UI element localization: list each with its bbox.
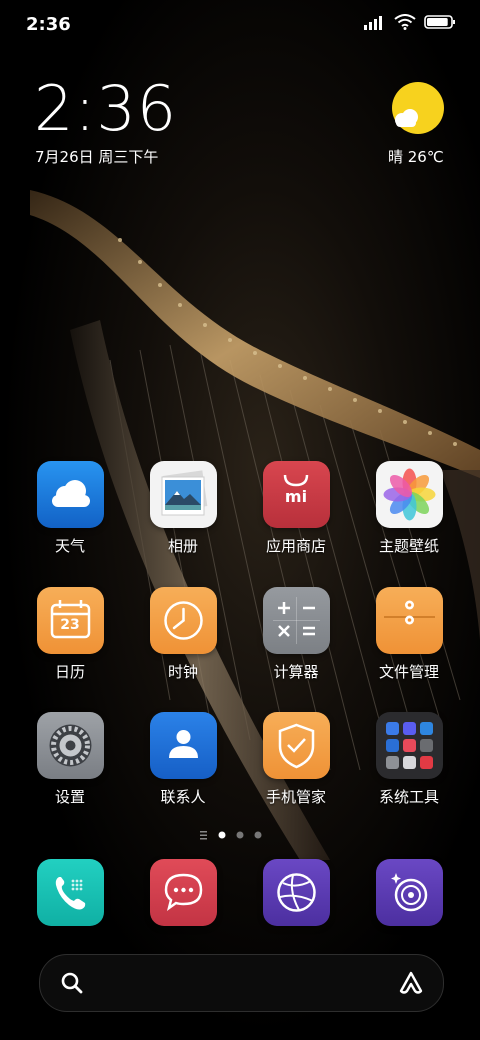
tools-folder-icon	[375, 712, 443, 779]
app-settings[interactable]: 设置	[20, 712, 120, 807]
status-bar: 2:36	[0, 0, 480, 50]
wifi-icon	[394, 14, 416, 30]
messages-icon	[149, 859, 217, 926]
status-time: 2:36	[26, 14, 71, 35]
menu-lines-icon	[200, 831, 207, 840]
dock-camera[interactable]	[359, 859, 459, 926]
app-label: 文件管理	[378, 663, 439, 681]
app-gallery[interactable]: 相册	[133, 461, 233, 556]
battery-icon	[424, 15, 455, 29]
gallery-icon	[149, 461, 217, 528]
app-file-manager[interactable]: 文件管理	[359, 587, 459, 682]
page-dot	[254, 831, 262, 839]
page-indicator[interactable]	[0, 828, 480, 842]
app-label: 计算器	[273, 663, 319, 681]
app-label: 手机管家	[265, 788, 326, 806]
app-weather[interactable]: 天气	[20, 461, 120, 556]
app-store-icon: mi	[262, 461, 330, 528]
app-label: 设置	[54, 788, 85, 806]
assistant-icon[interactable]	[397, 969, 425, 997]
app-label: 时钟	[167, 663, 198, 681]
app-store-logo-text: mi	[284, 487, 308, 506]
app-label: 相册	[167, 537, 198, 555]
search-bar[interactable]	[39, 954, 444, 1012]
app-store[interactable]: mi 应用商店	[246, 461, 346, 556]
browser-icon	[262, 859, 330, 926]
page-dot	[236, 831, 244, 839]
home-screen: 2:36 2:36 7月26日 周三下午 晴 26℃ 天气 相册 mi 应用商店…	[0, 0, 480, 1040]
calendar-icon: 23	[36, 587, 104, 654]
app-calendar[interactable]: 23 日历	[20, 587, 120, 682]
signal-icon	[364, 16, 382, 30]
search-icon[interactable]	[60, 971, 84, 995]
contacts-icon	[149, 712, 217, 779]
app-label: 主题壁纸	[378, 537, 439, 555]
app-label: 天气	[54, 537, 85, 555]
sun-cloud-icon[interactable]	[390, 82, 446, 138]
app-label: 系统工具	[378, 788, 439, 806]
dock-browser[interactable]	[246, 859, 346, 926]
clock-widget-time[interactable]: 2:36	[34, 78, 177, 140]
app-label: 联系人	[160, 788, 206, 806]
weather-icon	[36, 461, 104, 528]
settings-icon	[36, 712, 104, 779]
app-label: 应用商店	[265, 537, 326, 555]
app-tools-folder[interactable]: 系统工具	[359, 712, 459, 807]
camera-icon	[375, 859, 443, 926]
app-calculator[interactable]: 计算器	[246, 587, 346, 682]
dock-phone[interactable]	[20, 859, 120, 926]
clock-widget-date: 7月26日 周三下午	[35, 148, 159, 166]
app-label: 日历	[54, 663, 85, 681]
calendar-day-text: 23	[60, 617, 80, 633]
calculator-icon	[262, 587, 330, 654]
app-contacts[interactable]: 联系人	[133, 712, 233, 807]
dock-messages[interactable]	[133, 859, 233, 926]
clock-icon	[149, 587, 217, 654]
file-manager-icon	[375, 587, 443, 654]
weather-text: 晴 26℃	[388, 148, 444, 166]
phone-icon	[36, 859, 104, 926]
app-security[interactable]: 手机管家	[246, 712, 346, 807]
status-icons	[364, 14, 456, 30]
app-themes[interactable]: 主题壁纸	[359, 461, 459, 556]
page-dot-current	[218, 831, 226, 839]
themes-icon	[375, 461, 443, 528]
security-icon	[262, 712, 330, 779]
app-clock[interactable]: 时钟	[133, 587, 233, 682]
